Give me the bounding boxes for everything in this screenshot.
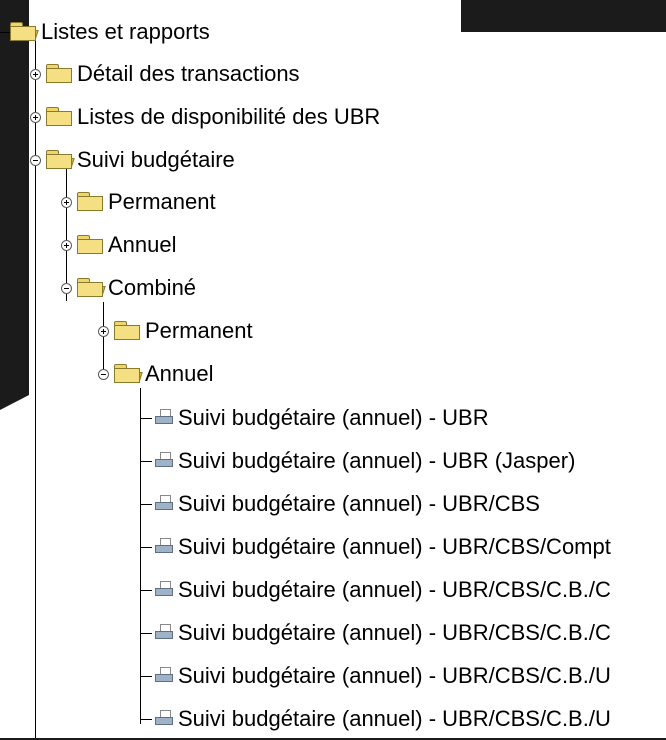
report-label: Suivi budgétaire (annuel) - UBR/CBS/C.B.…	[178, 663, 611, 688]
folder-open-icon	[46, 150, 75, 170]
tree-node-label: Détail des transactions	[77, 61, 300, 86]
report-label: Suivi budgétaire (annuel) - UBR/CBS	[178, 491, 540, 516]
tree-node-combine-annuel[interactable]: Annuel	[98, 353, 214, 395]
report-item[interactable]: Suivi budgétaire (annuel) - UBR/CBS/C.B.…	[140, 698, 611, 740]
tree-node-label: Listes et rapports	[41, 19, 210, 44]
expand-toggle[interactable]	[98, 325, 109, 337]
collapse-toggle[interactable]	[98, 368, 109, 380]
printer-icon	[154, 623, 174, 643]
tree-node-combine-permanent[interactable]: Permanent	[98, 310, 253, 352]
report-label: Suivi budgétaire (annuel) - UBR/CBS/C.B.…	[178, 706, 611, 731]
tree-branch	[140, 460, 152, 462]
collapse-toggle[interactable]	[61, 282, 72, 294]
expand-toggle[interactable]	[30, 111, 41, 123]
tree-node-annuel[interactable]: Annuel	[61, 224, 177, 266]
report-item[interactable]: Suivi budgétaire (annuel) - UBR	[140, 397, 489, 439]
tree-branch	[140, 546, 152, 548]
tree-node-root[interactable]: Listes et rapports	[0, 11, 210, 53]
tree-branch	[140, 589, 152, 591]
folder-open-icon	[10, 22, 39, 42]
report-item[interactable]: Suivi budgétaire (annuel) - UBR/CBS/C.B.…	[140, 612, 611, 654]
tree-node-label: Listes de disponibilité des UBR	[77, 104, 381, 129]
tree-node-combine[interactable]: Combiné	[61, 267, 196, 309]
tree-node-transactions[interactable]: Détail des transactions	[30, 53, 300, 95]
tree-node-permanent[interactable]: Permanent	[61, 181, 216, 223]
printer-icon	[154, 451, 174, 471]
folder-open-icon	[77, 278, 106, 298]
folder-icon	[77, 235, 104, 255]
folder-icon	[46, 107, 73, 127]
expand-toggle[interactable]	[61, 196, 72, 208]
report-item[interactable]: Suivi budgétaire (annuel) - UBR (Jasper)	[140, 440, 575, 482]
tree-node-suivi-budgetaire[interactable]: Suivi budgétaire	[30, 139, 235, 181]
folder-icon	[114, 321, 141, 341]
tree-node-disponibilite[interactable]: Listes de disponibilité des UBR	[30, 96, 380, 138]
printer-icon	[154, 537, 174, 557]
report-item[interactable]: Suivi budgétaire (annuel) - UBR/CBS	[140, 483, 540, 525]
report-label: Suivi budgétaire (annuel) - UBR/CBS/C.B.…	[178, 577, 611, 602]
tree-branch	[140, 503, 152, 505]
report-label: Suivi budgétaire (annuel) - UBR/CBS/C.B.…	[178, 620, 611, 645]
printer-icon	[154, 666, 174, 686]
folder-icon	[77, 192, 104, 212]
printer-icon	[154, 580, 174, 600]
report-item[interactable]: Suivi budgétaire (annuel) - UBR/CBS/C.B.…	[140, 655, 611, 697]
tree-node-label: Permanent	[108, 189, 216, 214]
tree-node-label: Annuel	[145, 361, 214, 386]
tree-node-label: Annuel	[108, 232, 177, 257]
report-label: Suivi budgétaire (annuel) - UBR (Jasper)	[178, 448, 576, 473]
tree-branch	[140, 417, 152, 419]
tree-node-label: Permanent	[145, 318, 253, 343]
tree-branch	[140, 675, 152, 677]
tree-node-label: Suivi budgétaire	[77, 147, 235, 172]
report-label: Suivi budgétaire (annuel) - UBR	[178, 405, 489, 430]
printer-icon	[154, 709, 174, 729]
expand-toggle[interactable]	[30, 68, 41, 80]
tree-branch	[0, 31, 10, 33]
collapse-toggle[interactable]	[30, 154, 41, 166]
folder-open-icon	[114, 364, 143, 384]
tree-branch	[140, 632, 152, 634]
printer-icon	[154, 494, 174, 514]
report-item[interactable]: Suivi budgétaire (annuel) - UBR/CBS/C.B.…	[140, 569, 611, 611]
tree-node-label: Combiné	[108, 275, 197, 300]
folder-icon	[46, 64, 73, 84]
report-item[interactable]: Suivi budgétaire (annuel) - UBR/CBS/Comp…	[140, 526, 611, 568]
report-label: Suivi budgétaire (annuel) - UBR/CBS/Comp…	[178, 534, 611, 559]
expand-toggle[interactable]	[61, 239, 72, 251]
printer-icon	[154, 408, 174, 428]
report-tree: Listes et rapports Détail des transactio…	[0, 0, 666, 738]
tree-branch	[140, 718, 152, 720]
